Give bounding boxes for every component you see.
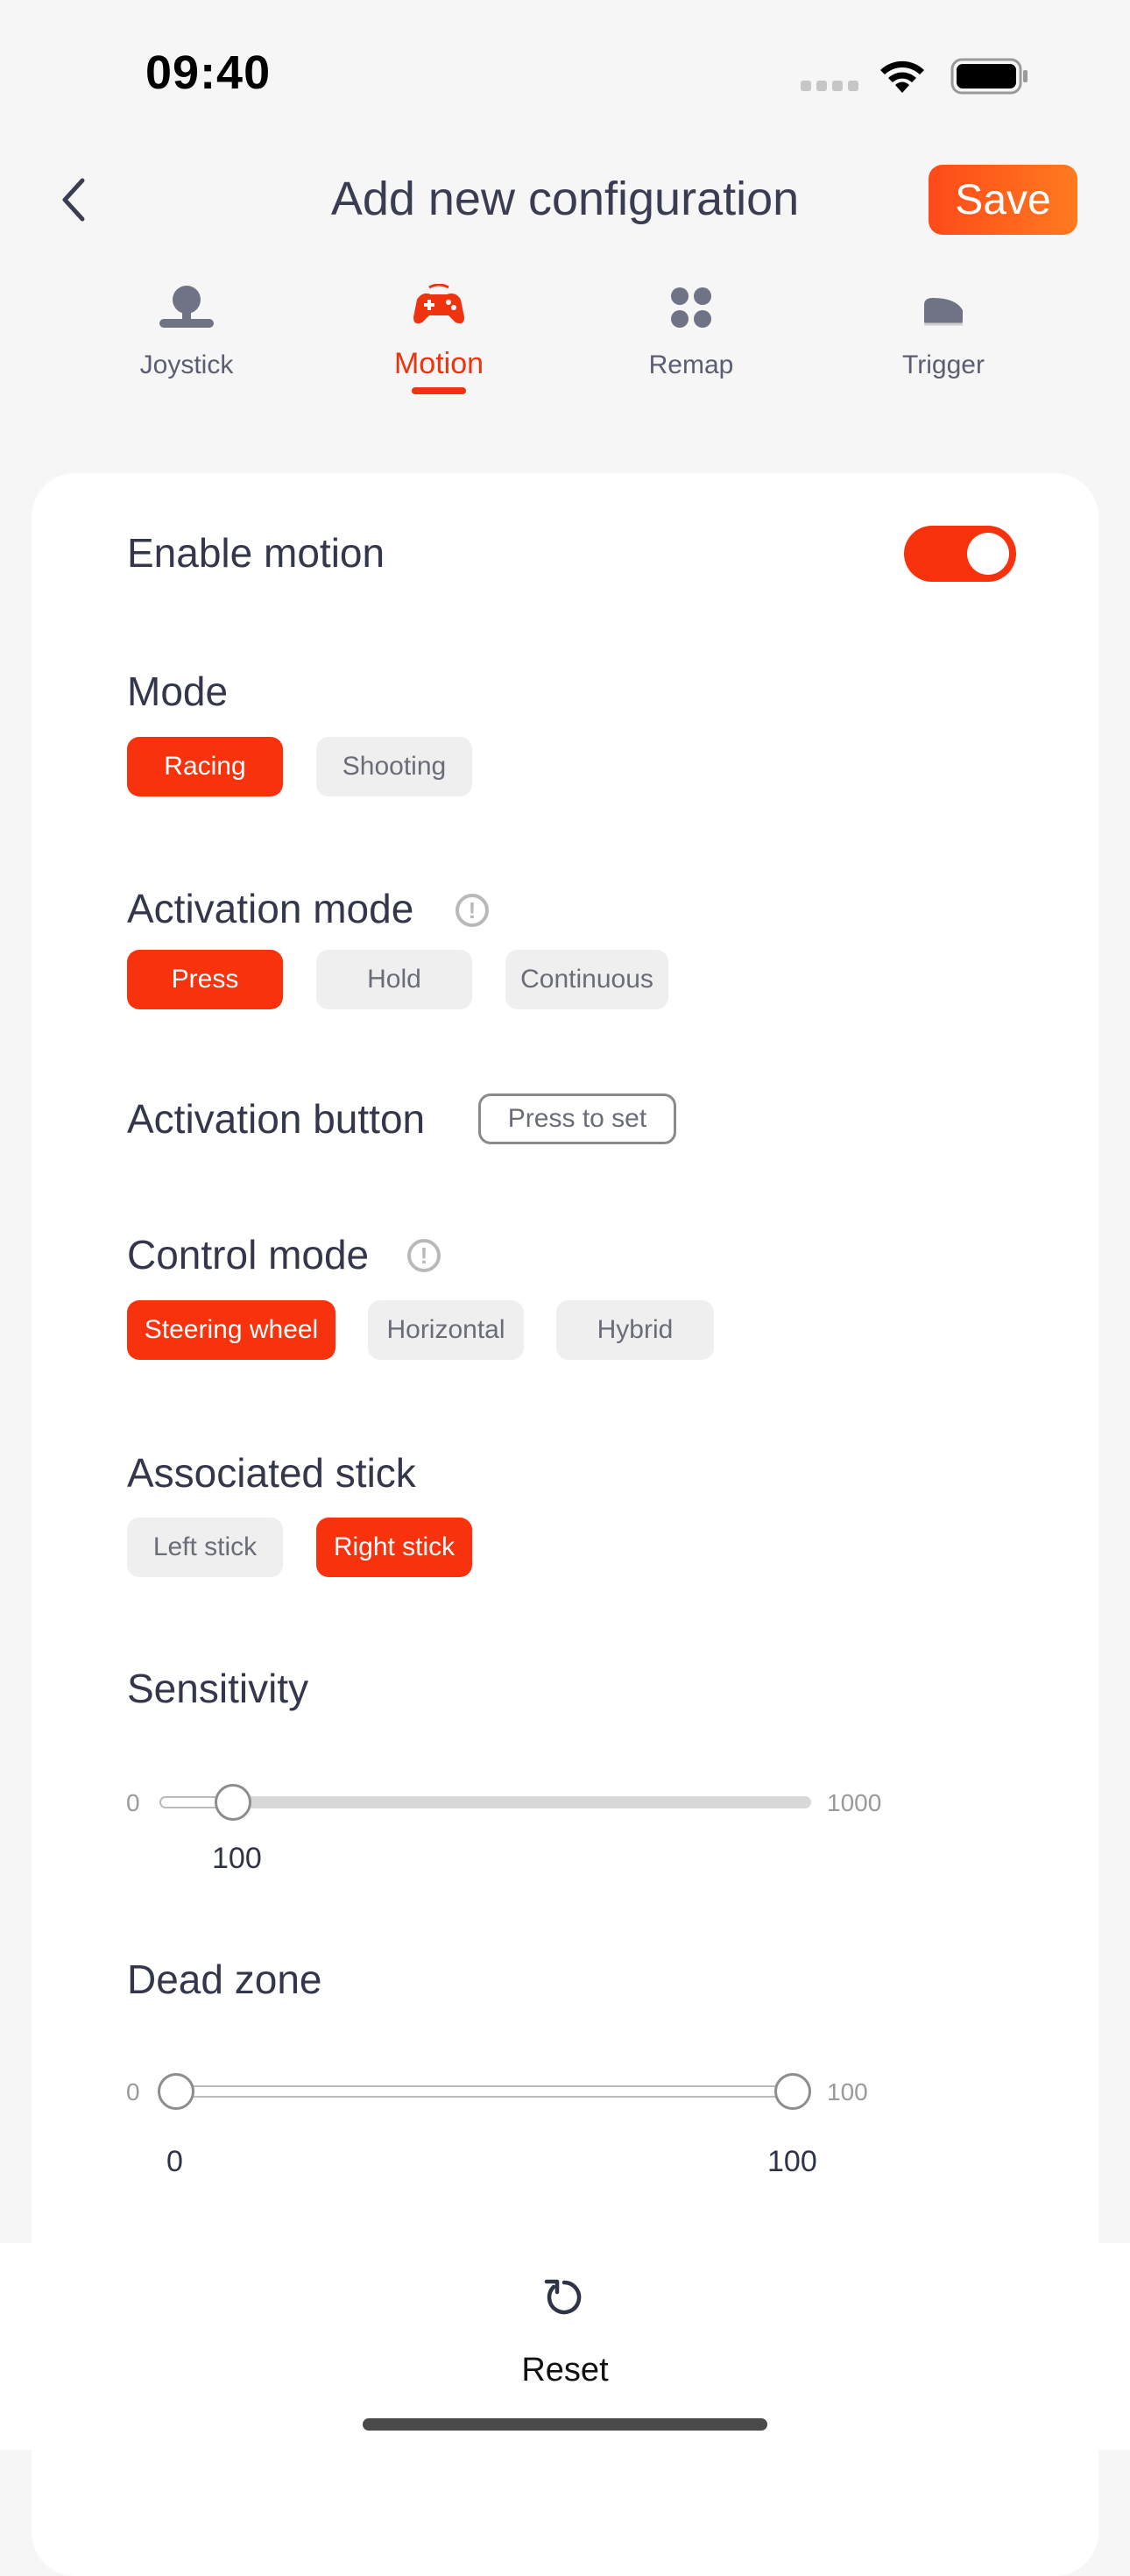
reset-button-label[interactable]: Reset: [0, 2352, 1130, 2389]
control-mode-info-icon[interactable]: !: [407, 1239, 441, 1272]
joystick-icon: [99, 279, 274, 329]
left-stick-chip[interactable]: Left stick: [127, 1518, 283, 1577]
tab-joystick[interactable]: Joystick: [99, 279, 274, 380]
dead-zone-high-thumb[interactable]: [774, 2073, 811, 2110]
sensitivity-max: 1000: [827, 1789, 882, 1816]
mode-shooting-chip[interactable]: Shooting: [316, 737, 472, 796]
dead-zone-min: 0: [126, 2078, 140, 2105]
associated-stick-label: Associated stick: [127, 1450, 416, 1496]
right-stick-chip[interactable]: Right stick: [316, 1518, 472, 1577]
sensitivity-thumb[interactable]: [215, 1784, 251, 1821]
active-tab-indicator: [412, 387, 466, 394]
dead-zone-low-thumb[interactable]: [158, 2073, 194, 2110]
cellular-signal-icon: [801, 81, 860, 93]
activation-mode-label: Activation mode: [127, 886, 414, 931]
enable-motion-label: Enable motion: [127, 530, 385, 576]
control-horizontal-chip[interactable]: Horizontal: [368, 1300, 524, 1360]
mode-label: Mode: [127, 669, 229, 714]
tab-label: Trigger: [902, 350, 985, 379]
activation-mode-info-icon[interactable]: !: [456, 894, 489, 927]
wifi-icon: [880, 60, 924, 93]
tab-motion[interactable]: Motion: [351, 279, 526, 381]
control-steering-wheel-chip[interactable]: Steering wheel: [127, 1300, 335, 1360]
activation-press-chip[interactable]: Press: [127, 950, 283, 1009]
enable-motion-toggle[interactable]: [904, 526, 1016, 582]
dead-zone-max: 100: [827, 2078, 868, 2105]
status-time: 09:40: [145, 46, 272, 99]
reset-icon[interactable]: [541, 2275, 587, 2320]
activation-hold-chip[interactable]: Hold: [316, 950, 472, 1009]
dead-zone-track[interactable]: [175, 2085, 795, 2098]
activation-continuous-chip[interactable]: Continuous: [505, 950, 668, 1009]
dead-zone-high-value: 100: [767, 2145, 817, 2178]
control-hybrid-chip[interactable]: Hybrid: [556, 1300, 714, 1360]
tab-label: Motion: [393, 347, 484, 380]
home-indicator: [363, 2418, 767, 2431]
sensitivity-min: 0: [126, 1789, 140, 1816]
gamepad-motion-icon: [351, 279, 526, 329]
toggle-knob: [967, 533, 1009, 575]
battery-icon: [950, 58, 1028, 95]
tab-remap[interactable]: Remap: [604, 279, 779, 380]
sensitivity-track[interactable]: [159, 1796, 811, 1808]
sensitivity-value: 100: [212, 1842, 262, 1875]
tab-label: Joystick: [139, 350, 234, 379]
dead-zone-low-value: 0: [166, 2145, 183, 2178]
remap-dots-icon: [604, 279, 779, 329]
dead-zone-label: Dead zone: [127, 1957, 322, 2002]
control-mode-label: Control mode: [127, 1232, 370, 1277]
tab-trigger[interactable]: Trigger: [856, 279, 1031, 380]
press-to-set-button[interactable]: Press to set: [478, 1093, 676, 1144]
trigger-icon: [856, 279, 1031, 329]
activation-button-label: Activation button: [127, 1096, 426, 1142]
save-button[interactable]: Save: [929, 165, 1077, 235]
mode-racing-chip[interactable]: Racing: [127, 737, 283, 796]
sensitivity-label: Sensitivity: [127, 1666, 309, 1711]
tab-label: Remap: [648, 350, 734, 379]
